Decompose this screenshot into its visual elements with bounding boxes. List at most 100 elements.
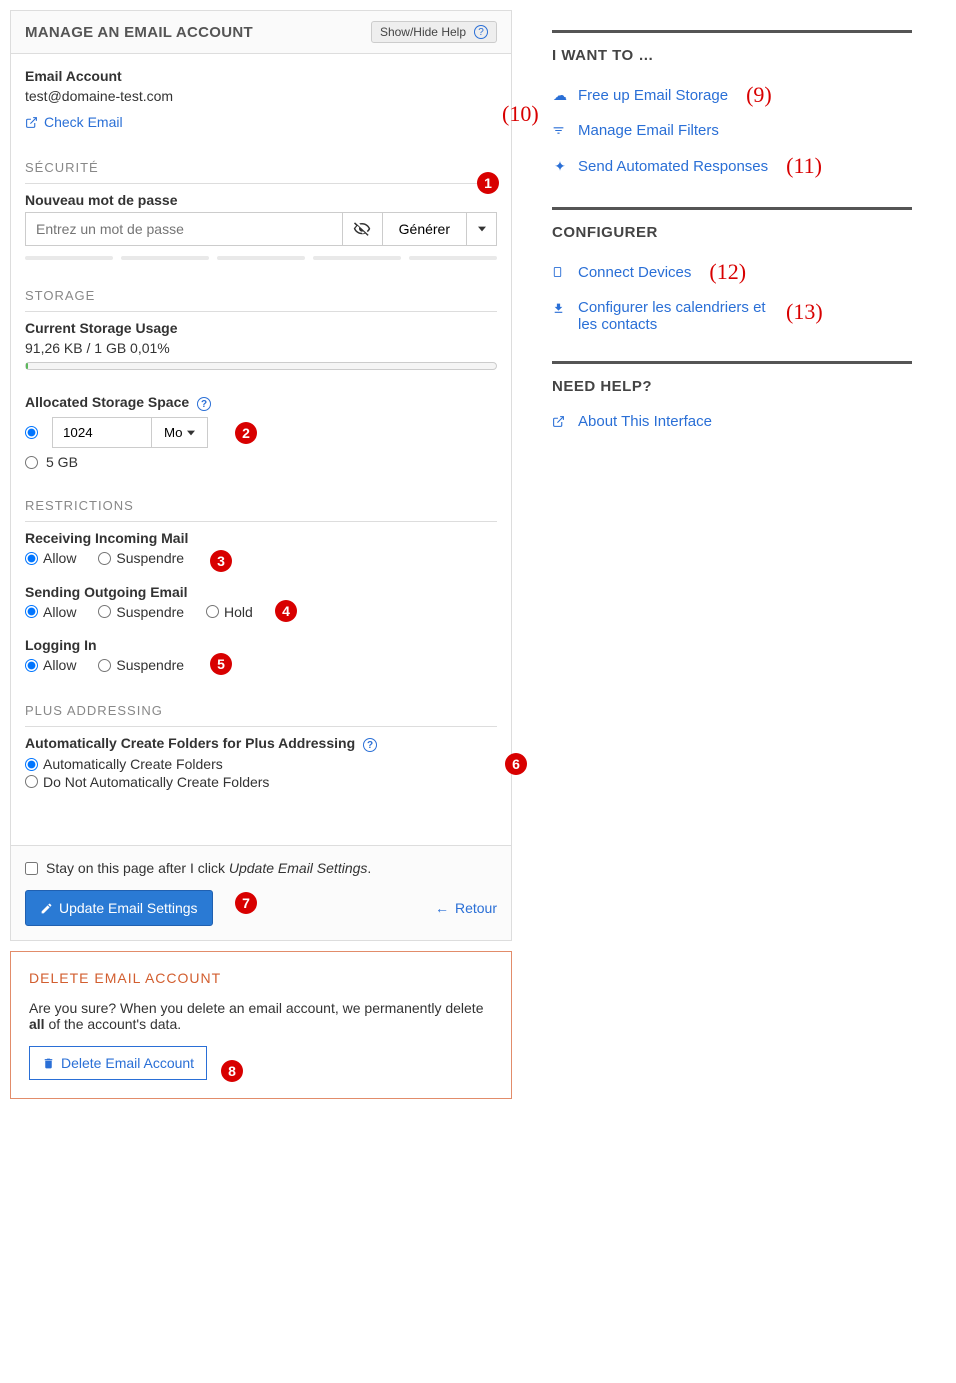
auto-resp-label: Send Automated Responses xyxy=(578,158,768,175)
email-account-label: Email Account xyxy=(25,68,497,84)
quota-input[interactable] xyxy=(52,417,152,448)
update-email-settings-button[interactable]: Update Email Settings xyxy=(25,890,213,926)
storage-section-title: STORAGE xyxy=(25,288,497,312)
cal-contacts-label: Configurer les calendriers et les contac… xyxy=(578,299,768,333)
i-want-to-title: I WANT TO … xyxy=(552,47,912,64)
stay-em: Update Email Settings xyxy=(229,860,368,876)
outgoing-hold-label[interactable]: Hold xyxy=(224,604,253,620)
check-email-link[interactable]: Check Email xyxy=(25,114,123,130)
connect-devices-link[interactable]: Connect Devices (12) xyxy=(552,259,912,285)
generate-dropdown-button[interactable] xyxy=(467,212,497,246)
login-suspend-radio[interactable] xyxy=(98,659,111,672)
connect-label: Connect Devices xyxy=(578,264,691,281)
manage-filters-link[interactable]: Manage Email Filters xyxy=(552,122,912,139)
delete-prefix: Are you sure? When you delete an email a… xyxy=(29,1000,484,1016)
delete-email-account-button[interactable]: Delete Email Account xyxy=(29,1046,207,1080)
callout-12: (12) xyxy=(709,259,746,285)
help-icon: ? xyxy=(474,25,488,39)
plus-label-text: Automatically Create Folders for Plus Ad… xyxy=(25,735,355,751)
need-help-title: NEED HELP? xyxy=(552,378,912,395)
email-account-value: test@domaine-test.com xyxy=(25,88,497,104)
callout-5: 5 xyxy=(210,653,232,675)
security-section-title: SÉCURITÉ xyxy=(25,160,497,184)
callout-4: 4 xyxy=(275,600,297,622)
login-allow-label[interactable]: Allow xyxy=(43,657,76,673)
update-button-label: Update Email Settings xyxy=(59,900,198,916)
incoming-suspend-label[interactable]: Suspendre xyxy=(116,550,184,566)
quota-custom-radio[interactable] xyxy=(25,426,38,439)
incoming-allow-label[interactable]: Allow xyxy=(43,550,76,566)
about-label: About This Interface xyxy=(578,413,712,430)
plus-no-label[interactable]: Do Not Automatically Create Folders xyxy=(43,774,269,790)
free-storage-link[interactable]: ☁ Free up Email Storage (9) xyxy=(552,82,912,108)
delete-button-label: Delete Email Account xyxy=(61,1055,194,1071)
incoming-suspend-radio[interactable] xyxy=(98,552,111,565)
callout-7: 7 xyxy=(235,892,257,914)
outgoing-suspend-label[interactable]: Suspendre xyxy=(116,604,184,620)
callout-3: 3 xyxy=(210,550,232,572)
free-storage-label: Free up Email Storage xyxy=(578,87,728,104)
external-link-icon xyxy=(552,415,568,428)
quota-unit-button[interactable]: Mo xyxy=(152,417,208,448)
download-icon xyxy=(552,302,568,315)
delete-confirm-text: Are you sure? When you delete an email a… xyxy=(29,1000,493,1032)
allocated-label-text: Allocated Storage Space xyxy=(25,394,189,410)
about-interface-link[interactable]: About This Interface xyxy=(552,413,912,430)
login-suspend-label[interactable]: Suspendre xyxy=(116,657,184,673)
help-icon[interactable]: ? xyxy=(363,738,377,752)
callout-9: (9) xyxy=(746,82,772,108)
outgoing-allow-radio[interactable] xyxy=(25,605,38,618)
callout-2: 2 xyxy=(235,422,257,444)
filter-icon xyxy=(552,124,568,137)
outgoing-suspend-radio[interactable] xyxy=(98,605,111,618)
plus-yes-radio[interactable] xyxy=(25,758,38,771)
stay-on-page-checkbox[interactable] xyxy=(25,862,38,875)
password-input[interactable] xyxy=(25,212,343,246)
mobile-icon xyxy=(552,265,568,279)
cloud-icon: ☁ xyxy=(552,87,568,104)
quota-unit-label: Mo xyxy=(164,425,183,440)
outgoing-label: Sending Outgoing Email xyxy=(25,584,497,600)
help-button-label: Show/Hide Help xyxy=(380,25,466,39)
login-allow-radio[interactable] xyxy=(25,659,38,672)
callout-13: (13) xyxy=(786,299,823,325)
help-icon[interactable]: ? xyxy=(197,397,211,411)
usage-label: Current Storage Usage xyxy=(25,320,497,336)
delete-title: DELETE EMAIL ACCOUNT xyxy=(29,970,493,986)
plus-no-radio[interactable] xyxy=(25,775,38,788)
generate-password-button[interactable]: Générer xyxy=(383,212,467,246)
outgoing-hold-radio[interactable] xyxy=(206,605,219,618)
quota-max-radio[interactable] xyxy=(25,456,38,469)
delete-bold: all xyxy=(29,1016,45,1032)
caret-down-icon xyxy=(478,225,486,233)
incoming-allow-radio[interactable] xyxy=(25,552,38,565)
calendars-contacts-link[interactable]: Configurer les calendriers et les contac… xyxy=(552,299,912,333)
external-link-icon xyxy=(25,116,38,129)
magic-icon: ✦ xyxy=(552,158,568,175)
configurer-title: CONFIGURER xyxy=(552,224,912,241)
stay-prefix: Stay on this page after I click xyxy=(46,860,229,876)
arrow-left-icon: ← xyxy=(435,900,449,916)
toggle-password-visibility-button[interactable] xyxy=(343,212,383,246)
plus-section-title: PLUS ADDRESSING xyxy=(25,703,497,727)
callout-8: 8 xyxy=(221,1060,243,1082)
delete-suffix: of the account's data. xyxy=(45,1016,182,1032)
password-label: Nouveau mot de passe xyxy=(25,192,497,208)
back-link[interactable]: ← Retour xyxy=(435,900,497,916)
plus-yes-label[interactable]: Automatically Create Folders xyxy=(43,756,223,772)
stay-on-page-label[interactable]: Stay on this page after I click Update E… xyxy=(46,860,371,876)
callout-1: 1 xyxy=(477,172,499,194)
restrictions-section-title: RESTRICTIONS xyxy=(25,498,497,522)
filters-label: Manage Email Filters xyxy=(578,122,719,139)
login-label: Logging In xyxy=(25,637,497,653)
callout-10: (10) xyxy=(502,101,539,127)
password-strength-meter xyxy=(25,256,497,260)
outgoing-allow-label[interactable]: Allow xyxy=(43,604,76,620)
usage-value: 91,26 KB / 1 GB 0,01% xyxy=(25,340,497,356)
show-hide-help-button[interactable]: Show/Hide Help ? xyxy=(371,21,497,43)
quota-max-label[interactable]: 5 GB xyxy=(46,454,78,470)
storage-progress-bar xyxy=(25,362,497,370)
automated-responses-link[interactable]: ✦ Send Automated Responses (11) xyxy=(552,153,912,179)
panel-title: MANAGE AN EMAIL ACCOUNT xyxy=(25,24,253,41)
trash-icon xyxy=(42,1057,55,1070)
